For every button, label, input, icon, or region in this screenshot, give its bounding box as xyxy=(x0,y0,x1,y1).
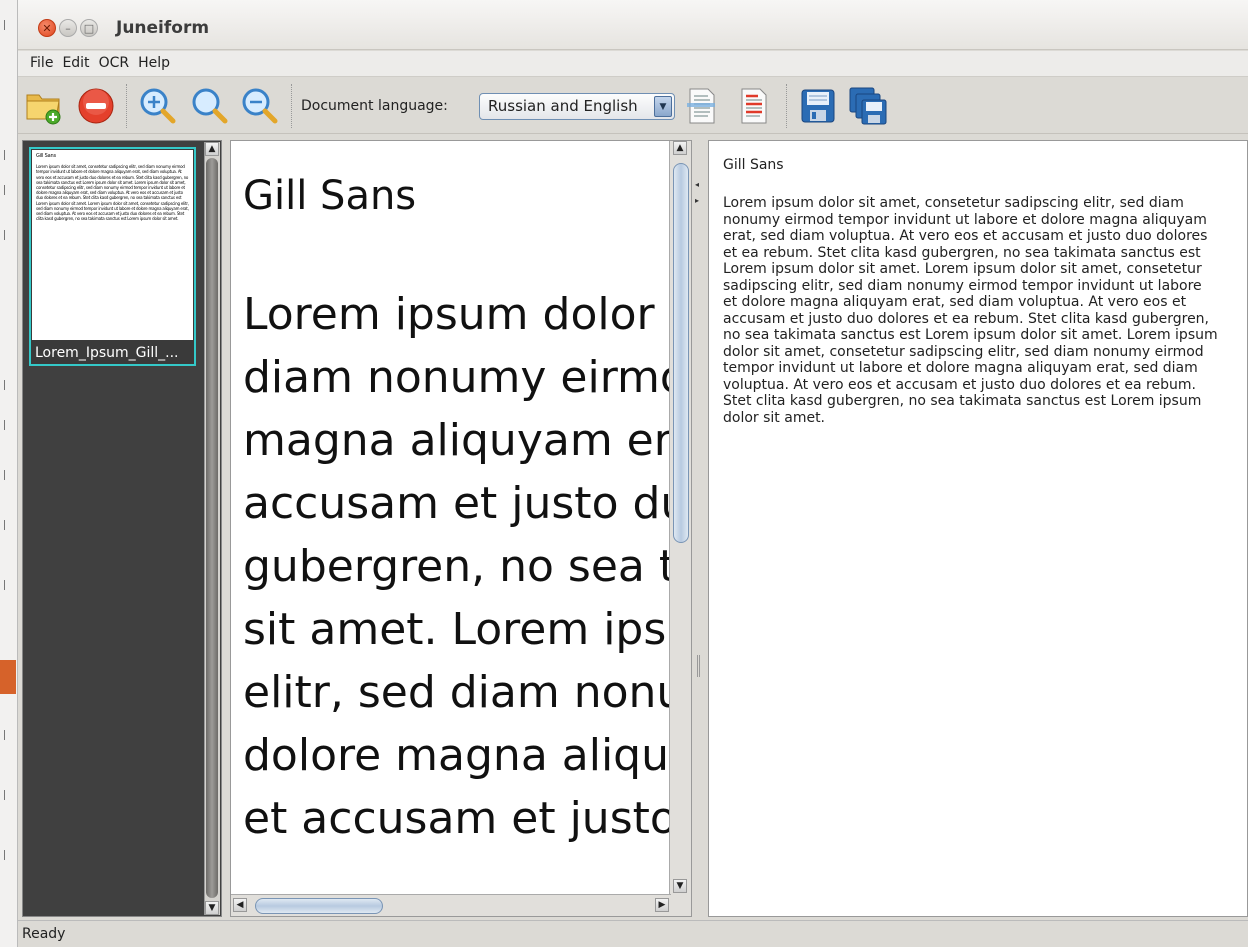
scroll-right-icon[interactable]: ▶ xyxy=(655,898,669,912)
recognize-page-icon[interactable] xyxy=(682,86,722,126)
chevron-down-icon[interactable]: ▼ xyxy=(654,96,672,117)
scroll-down-icon[interactable]: ▼ xyxy=(673,879,687,893)
status-bar: Ready xyxy=(18,920,1248,947)
app-window: ✕ – □ Juneiform File Edit OCR Help Docum… xyxy=(0,0,1248,947)
thumbnail-preview: Gill Sans Lorem ipsum dolor sit amet, co… xyxy=(32,150,193,340)
thumbnail-panel: Gill Sans Lorem ipsum dolor sit amet, co… xyxy=(22,140,222,917)
image-view[interactable]: Gill Sans Lorem ipsum dolor s diam nonum… xyxy=(230,140,692,917)
image-title: Gill Sans xyxy=(243,173,417,219)
menu-bar: File Edit OCR Help xyxy=(18,51,1248,77)
desktop-edge xyxy=(0,0,18,947)
document-language-select[interactable]: Russian and English ▼ xyxy=(479,93,675,120)
maximize-window-button[interactable]: □ xyxy=(80,19,98,37)
recognized-body: Lorem ipsum dolor sit amet, consetetur s… xyxy=(723,195,1218,426)
thumbnail-scrollbar[interactable]: ▲ ▼ xyxy=(204,142,220,915)
save-all-icon[interactable] xyxy=(848,86,888,126)
image-vertical-scrollbar[interactable]: ▲ ▼ xyxy=(669,141,691,916)
image-line: magna aliquyam erat xyxy=(243,415,673,466)
close-window-button[interactable]: ✕ xyxy=(38,19,56,37)
image-line: elitr, sed diam nonur xyxy=(243,667,673,718)
toolbar: Document language: Russian and English ▼ xyxy=(18,78,1248,134)
scanned-page-image: Gill Sans Lorem ipsum dolor s diam nonum… xyxy=(243,173,673,850)
image-line: diam nonumy eirmo xyxy=(243,352,673,403)
thumbnail-caption: Lorem_Ipsum_Gill_... xyxy=(35,345,179,361)
image-line: et accusam et justo d xyxy=(243,793,673,844)
image-horizontal-scroll-thumb[interactable] xyxy=(255,898,383,914)
scroll-down-icon[interactable]: ▼ xyxy=(205,901,219,915)
image-line: dolore magna aliquya xyxy=(243,730,673,781)
status-text: Ready xyxy=(22,926,66,942)
title-bar: ✕ – □ Juneiform xyxy=(18,0,1248,50)
menu-edit[interactable]: Edit xyxy=(56,51,92,71)
remove-icon[interactable] xyxy=(76,86,116,126)
thumbnail-page-title: Gill Sans xyxy=(36,153,56,159)
splitter-grip[interactable] xyxy=(697,655,700,677)
scroll-up-icon[interactable]: ▲ xyxy=(673,141,687,155)
menu-ocr[interactable]: OCR xyxy=(93,51,133,71)
recognized-title: Gill Sans xyxy=(723,157,784,173)
menu-file[interactable]: File xyxy=(18,51,56,71)
recognized-text-area[interactable]: Gill Sans Lorem ipsum dolor sit amet, co… xyxy=(708,140,1248,917)
image-vertical-scroll-thumb[interactable] xyxy=(673,163,689,543)
pane-splitter[interactable]: ◂ ▸ xyxy=(692,140,706,917)
collapse-right-icon[interactable]: ▸ xyxy=(695,196,699,205)
scroll-left-icon[interactable]: ◀ xyxy=(233,898,247,912)
collapse-left-icon[interactable]: ◂ xyxy=(695,180,699,189)
image-line: gubergren, no sea ta xyxy=(243,541,673,592)
zoom-in-icon[interactable] xyxy=(138,86,178,126)
open-folder-icon[interactable] xyxy=(24,86,64,126)
thumbnail-page-text: Lorem ipsum dolor sit amet, consetetur s… xyxy=(36,164,189,222)
zoom-fit-icon[interactable] xyxy=(190,86,230,126)
recognize-all-icon[interactable] xyxy=(734,86,774,126)
zoom-out-icon[interactable] xyxy=(240,86,280,126)
image-horizontal-scrollbar[interactable]: ◀ ▶ xyxy=(231,894,671,916)
image-line: accusam et justo duc xyxy=(243,478,673,529)
document-language-label: Document language: xyxy=(301,98,448,114)
document-language-value: Russian and English xyxy=(488,97,638,115)
page-thumbnail[interactable]: Gill Sans Lorem ipsum dolor sit amet, co… xyxy=(29,147,196,366)
window-title: Juneiform xyxy=(116,18,210,38)
image-line: sit amet. Lorem ipsu xyxy=(243,604,673,655)
image-line: Lorem ipsum dolor s xyxy=(243,289,673,340)
thumbnail-scroll-thumb[interactable] xyxy=(206,158,218,898)
scroll-up-icon[interactable]: ▲ xyxy=(205,142,219,156)
menu-help[interactable]: Help xyxy=(132,51,173,71)
minimize-window-button[interactable]: – xyxy=(59,19,77,37)
save-icon[interactable] xyxy=(798,86,838,126)
